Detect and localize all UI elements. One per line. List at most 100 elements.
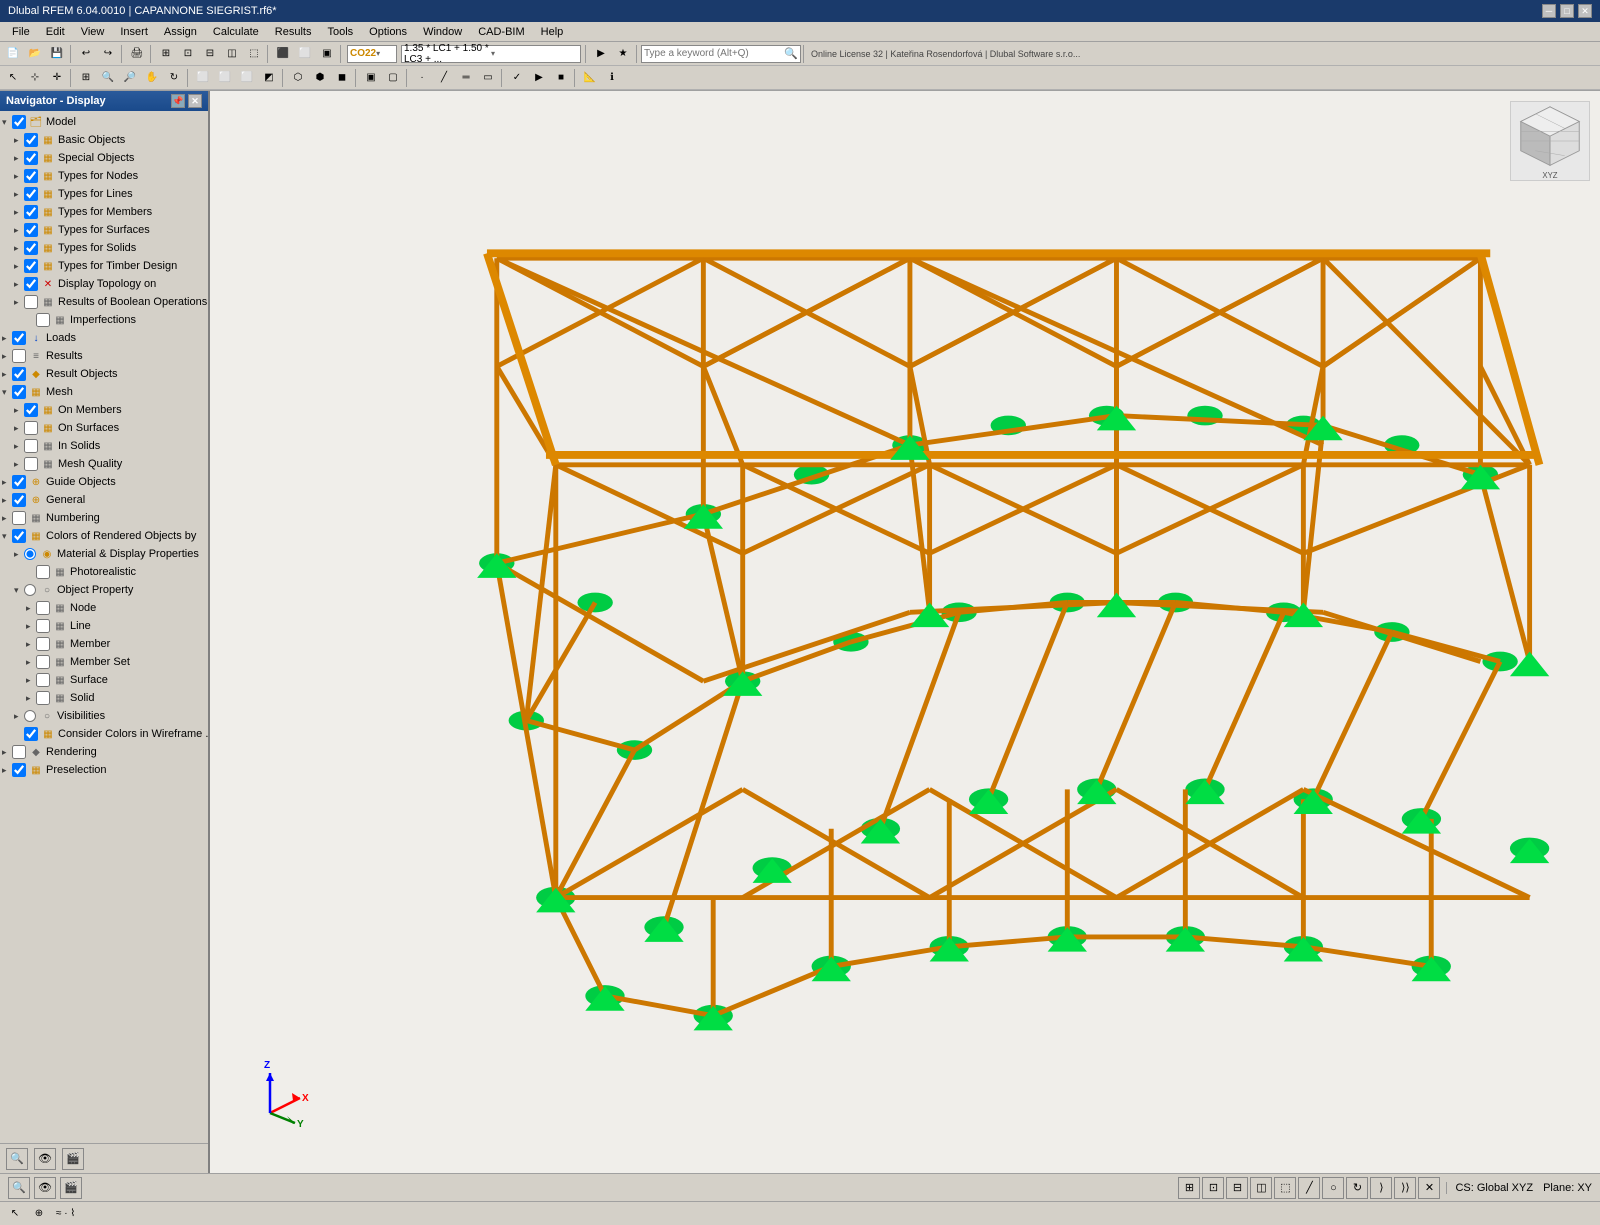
check-colors[interactable] (12, 529, 26, 543)
check-basic[interactable] (24, 133, 38, 147)
status-icon-2[interactable]: ⊡ (1202, 1177, 1224, 1199)
nav-numbering[interactable]: ▸ ▦ Numbering (0, 509, 208, 527)
move-btn[interactable]: ✛ (47, 68, 67, 88)
load-factor-combo[interactable]: 1.35 * LC1 + 1.50 * LC3 + ... ▾ (401, 45, 581, 63)
undo-btn[interactable]: ↩ (76, 44, 96, 64)
menu-edit[interactable]: Edit (38, 24, 73, 40)
menu-help[interactable]: Help (533, 24, 572, 40)
select-all[interactable]: ▣ (361, 68, 381, 88)
check-photo[interactable] (36, 565, 50, 579)
search-input[interactable] (644, 48, 784, 59)
tb4[interactable]: ◫ (222, 44, 242, 64)
radio-obj-prop[interactable] (24, 584, 36, 596)
status-icon-11[interactable]: ✕ (1418, 1177, 1440, 1199)
nav-consider-colors[interactable]: ▦ Consider Colors in Wireframe ... (0, 725, 208, 743)
check-solid[interactable] (36, 691, 50, 705)
nav-visibilities[interactable]: ▸ ○ Visibilities (0, 707, 208, 725)
menu-tools[interactable]: Tools (319, 24, 361, 40)
radio-vis[interactable] (24, 710, 36, 722)
zoom-all[interactable]: ⊞ (76, 68, 96, 88)
tb6[interactable]: ⬛ (273, 44, 293, 64)
nav-special-objects[interactable]: ▸ ▦ Special Objects (0, 149, 208, 167)
status-btn-1[interactable]: 🔍 (8, 1177, 30, 1199)
navigator-pin-button[interactable]: 📌 (171, 94, 185, 108)
run-btn[interactable]: ▶ (529, 68, 549, 88)
tb1[interactable]: ⊞ (156, 44, 176, 64)
tb10[interactable]: ★ (613, 44, 633, 64)
rotate-btn[interactable]: ↻ (164, 68, 184, 88)
view-side[interactable]: ⬜ (215, 68, 235, 88)
minimize-button[interactable]: ─ (1542, 4, 1556, 18)
tb5[interactable]: ⬚ (244, 44, 264, 64)
nav-results-boolean[interactable]: ▸ ▦ Results of Boolean Operations (0, 293, 208, 311)
menu-file[interactable]: File (4, 24, 38, 40)
check-loads[interactable] (12, 331, 26, 345)
zoom-in[interactable]: 🔍 (98, 68, 118, 88)
view-3d[interactable]: ◩ (259, 68, 279, 88)
info-btn[interactable]: ℹ (602, 68, 622, 88)
check-types-nodes[interactable] (24, 169, 38, 183)
check-types-solids[interactable] (24, 241, 38, 255)
nav-result-objects[interactable]: ▸ ◆ Result Objects (0, 365, 208, 383)
check-imperfections[interactable] (36, 313, 50, 327)
bottom-tb1[interactable]: ↖ (5, 1204, 25, 1224)
check-guide[interactable] (12, 475, 26, 489)
status-btn-2[interactable]: 👁 (34, 1177, 56, 1199)
check-types-lines[interactable] (24, 187, 38, 201)
select-btn[interactable]: ⊹ (25, 68, 45, 88)
open-btn[interactable]: 📂 (25, 44, 45, 64)
nav-types-members[interactable]: ▸ ▦ Types for Members (0, 203, 208, 221)
pan-btn[interactable]: ✋ (142, 68, 162, 88)
render-wire[interactable]: ⬡ (288, 68, 308, 88)
status-icon-5[interactable]: ⬚ (1274, 1177, 1296, 1199)
nav-results[interactable]: ▸ ≡ Results (0, 347, 208, 365)
save-btn[interactable]: 💾 (47, 44, 67, 64)
nav-loads[interactable]: ▸ ↓ Loads (0, 329, 208, 347)
bottom-tb2[interactable]: ⊕ (29, 1204, 49, 1224)
status-icon-9[interactable]: ⟩ (1370, 1177, 1392, 1199)
render-surface[interactable]: ◼ (332, 68, 352, 88)
nav-types-solids[interactable]: ▸ ▦ Types for Solids (0, 239, 208, 257)
status-icon-10[interactable]: ⟩⟩ (1394, 1177, 1416, 1199)
nav-surface[interactable]: ▸ ▦ Surface (0, 671, 208, 689)
node-tool[interactable]: · (412, 68, 432, 88)
view-top[interactable]: ⬜ (237, 68, 257, 88)
view-front[interactable]: ⬜ (193, 68, 213, 88)
close-button[interactable]: ✕ (1578, 4, 1592, 18)
check-results-boolean[interactable] (24, 295, 38, 309)
nav-in-solids[interactable]: ▸ ▦ In Solids (0, 437, 208, 455)
nav-object-property[interactable]: ▾ ○ Object Property (0, 581, 208, 599)
menu-insert[interactable]: Insert (112, 24, 156, 40)
tb3[interactable]: ⊟ (200, 44, 220, 64)
status-btn-3[interactable]: 🎬 (60, 1177, 82, 1199)
menu-results[interactable]: Results (267, 24, 320, 40)
member-tool[interactable]: ═ (456, 68, 476, 88)
check-special[interactable] (24, 151, 38, 165)
nav-member-set[interactable]: ▸ ▦ Member Set (0, 653, 208, 671)
maximize-button[interactable]: □ (1560, 4, 1574, 18)
check-numbering[interactable] (12, 511, 26, 525)
check-result-objects[interactable] (12, 367, 26, 381)
viewport[interactable]: XYZ X Y Z (210, 91, 1600, 1173)
radio-material[interactable] (24, 548, 36, 560)
check-types-timber[interactable] (24, 259, 38, 273)
check-mesh-quality[interactable] (24, 457, 38, 471)
loadcase-combo[interactable]: CO22 ▾ (347, 45, 397, 63)
nav-mesh-quality[interactable]: ▸ ▦ Mesh Quality (0, 455, 208, 473)
view-cube[interactable]: XYZ (1510, 101, 1590, 181)
check-consider[interactable] (24, 727, 38, 741)
nav-types-nodes[interactable]: ▸ ▦ Types for Nodes (0, 167, 208, 185)
line-tool[interactable]: ╱ (434, 68, 454, 88)
status-icon-6[interactable]: ╱ (1298, 1177, 1320, 1199)
new-btn[interactable]: 📄 (3, 44, 23, 64)
measure-btn[interactable]: 📐 (580, 68, 600, 88)
nav-general[interactable]: ▸ ⊕ General (0, 491, 208, 509)
nav-model[interactable]: ▾ 🗂 Model (0, 113, 208, 131)
nav-rendering[interactable]: ▸ ◆ Rendering (0, 743, 208, 761)
nav-guide-objects[interactable]: ▸ ⊕ Guide Objects (0, 473, 208, 491)
nav-bottom-btn2[interactable]: 👁 (34, 1148, 56, 1170)
tb2[interactable]: ⊡ (178, 44, 198, 64)
tb9[interactable]: ▶ (591, 44, 611, 64)
check-general[interactable] (12, 493, 26, 507)
nav-bottom-btn1[interactable]: 🔍 (6, 1148, 28, 1170)
